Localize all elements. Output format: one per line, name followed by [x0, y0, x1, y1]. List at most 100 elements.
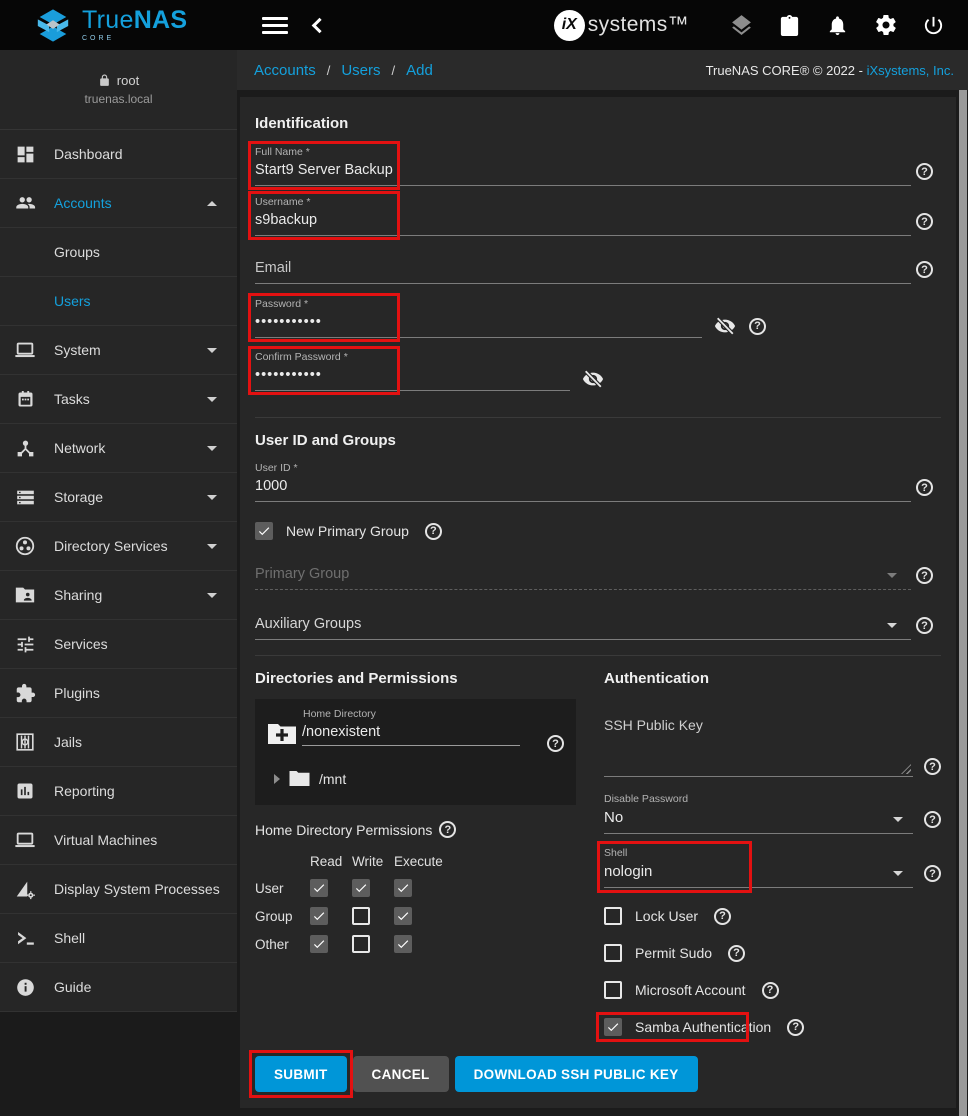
eye-off-icon[interactable]: [714, 315, 736, 337]
full-name-input[interactable]: Start9 Server Backup: [255, 162, 911, 186]
eye-off-icon[interactable]: [582, 368, 604, 390]
menu-icon[interactable]: [262, 15, 288, 35]
chevron-down-icon: [207, 544, 217, 549]
help-icon[interactable]: [924, 811, 941, 828]
perm-other-execute-checkbox[interactable]: [394, 935, 412, 953]
section-title: Authentication: [604, 670, 941, 687]
folder-add-icon[interactable]: [267, 721, 297, 746]
help-icon[interactable]: [916, 567, 933, 584]
sidebar-item-system[interactable]: System: [0, 326, 237, 375]
microsoft-account-row: Microsoft Account: [604, 981, 941, 999]
ixsystems-link[interactable]: iXsystems, Inc.: [867, 63, 954, 78]
permit-sudo-checkbox[interactable]: [604, 944, 622, 962]
sidebar-item-guide[interactable]: Guide: [0, 963, 237, 1012]
breadcrumb-users[interactable]: Users: [341, 62, 380, 79]
email-input[interactable]: Email: [255, 260, 911, 284]
sidebar-item-network[interactable]: Network: [0, 424, 237, 473]
sidebar-item-accounts[interactable]: Accounts: [0, 179, 237, 228]
sidebar-item-services[interactable]: Services: [0, 620, 237, 669]
help-icon[interactable]: [425, 523, 442, 540]
services-icon: [13, 634, 37, 655]
username-input[interactable]: s9backup: [255, 212, 911, 236]
microsoft-account-label: Microsoft Account: [635, 982, 746, 998]
dashboard-icon: [13, 144, 37, 165]
shell-select[interactable]: nologin: [604, 863, 913, 888]
download-ssh-public-key-button[interactable]: DOWNLOAD SSH PUBLIC KEY: [455, 1056, 698, 1092]
truenas-logo[interactable]: TrueNAS CORE: [34, 8, 238, 42]
help-icon[interactable]: [916, 617, 933, 634]
tree-expand-icon[interactable]: [274, 774, 280, 784]
truecommand-layers-icon[interactable]: [729, 13, 754, 38]
sidebar-item-jails[interactable]: Jails: [0, 718, 237, 767]
cancel-button[interactable]: CANCEL: [353, 1056, 449, 1092]
display-system-processes-icon: [13, 879, 37, 900]
sidebar-item-users[interactable]: Users: [0, 277, 237, 326]
settings-gear-icon[interactable]: [873, 13, 898, 38]
sidebar-item-shell[interactable]: Shell: [0, 914, 237, 963]
breadcrumb-accounts[interactable]: Accounts: [254, 62, 316, 79]
lock-user-checkbox[interactable]: [604, 907, 622, 925]
submit-button[interactable]: SUBMIT: [255, 1056, 347, 1092]
help-icon[interactable]: [749, 318, 766, 335]
help-icon[interactable]: [924, 758, 941, 775]
auxiliary-groups-select[interactable]: Auxiliary Groups: [255, 616, 911, 640]
permissions-table: Read Write Execute User Group: [255, 854, 575, 953]
help-icon[interactable]: [762, 982, 779, 999]
samba-authentication-checkbox[interactable]: [604, 1018, 622, 1036]
help-icon[interactable]: [714, 908, 731, 925]
confirm-password-label: Confirm Password *: [255, 351, 941, 363]
sidebar-item-directory-services[interactable]: Directory Services: [0, 522, 237, 571]
disable-password-field: Disable Password No: [604, 793, 941, 834]
perm-group-read-checkbox[interactable]: [310, 907, 328, 925]
perm-user-write-checkbox[interactable]: [352, 879, 370, 897]
tree-node-mnt[interactable]: /mnt: [274, 770, 566, 787]
home-directory-input[interactable]: /nonexistent: [302, 724, 520, 746]
help-icon[interactable]: [916, 261, 933, 278]
top-bar: TrueNAS CORE iX systems™: [0, 0, 968, 50]
logged-in-user: root: [117, 73, 139, 88]
sidebar-item-plugins[interactable]: Plugins: [0, 669, 237, 718]
perm-group-write-checkbox[interactable]: [352, 907, 370, 925]
primary-group-field: Primary Group: [255, 566, 941, 590]
help-icon[interactable]: [787, 1019, 804, 1036]
changelog-clipboard-icon[interactable]: [777, 13, 802, 38]
new-primary-group-checkbox[interactable]: [255, 522, 273, 540]
storage-icon: [13, 487, 37, 508]
microsoft-account-checkbox[interactable]: [604, 981, 622, 999]
sidebar-item-display-system-processes[interactable]: Display System Processes: [0, 865, 237, 914]
sidebar-item-tasks[interactable]: Tasks: [0, 375, 237, 424]
sidebar-item-sharing[interactable]: Sharing: [0, 571, 237, 620]
resize-grip-icon[interactable]: [901, 764, 911, 774]
confirm-password-input[interactable]: •••••••••••: [255, 367, 570, 391]
vertical-scrollbar[interactable]: [959, 90, 967, 1116]
help-icon[interactable]: [728, 945, 745, 962]
help-icon[interactable]: [547, 735, 564, 752]
user-id-input[interactable]: 1000: [255, 478, 911, 502]
help-icon[interactable]: [916, 163, 933, 180]
sidebar-item-reporting[interactable]: Reporting: [0, 767, 237, 816]
disable-password-select[interactable]: No: [604, 809, 913, 834]
perm-user-execute-checkbox[interactable]: [394, 879, 412, 897]
sidebar-item-storage[interactable]: Storage: [0, 473, 237, 522]
sidebar-item-groups[interactable]: Groups: [0, 228, 237, 277]
help-icon[interactable]: [924, 865, 941, 882]
perm-user-read-checkbox[interactable]: [310, 879, 328, 897]
sidebar-item-dashboard[interactable]: Dashboard: [0, 130, 237, 179]
help-icon[interactable]: [439, 821, 456, 838]
help-icon[interactable]: [916, 479, 933, 496]
chevron-left-icon[interactable]: [312, 17, 328, 33]
notifications-bell-icon[interactable]: [825, 13, 850, 38]
sidebar-item-virtual-machines[interactable]: Virtual Machines: [0, 816, 237, 865]
perm-other-read-checkbox[interactable]: [310, 935, 328, 953]
perm-col-write: Write: [352, 854, 394, 869]
breadcrumb-add[interactable]: Add: [406, 62, 433, 79]
password-input[interactable]: •••••••••••: [255, 314, 702, 338]
primary-group-select[interactable]: Primary Group: [255, 566, 911, 590]
ixsystems-logo[interactable]: iX systems™: [554, 10, 689, 41]
help-icon[interactable]: [916, 213, 933, 230]
perm-group-execute-checkbox[interactable]: [394, 907, 412, 925]
perm-other-write-checkbox[interactable]: [352, 935, 370, 953]
ssh-public-key-textarea[interactable]: [604, 737, 913, 777]
confirm-password-field: Confirm Password * •••••••••••: [255, 351, 941, 391]
power-icon[interactable]: [921, 13, 946, 38]
